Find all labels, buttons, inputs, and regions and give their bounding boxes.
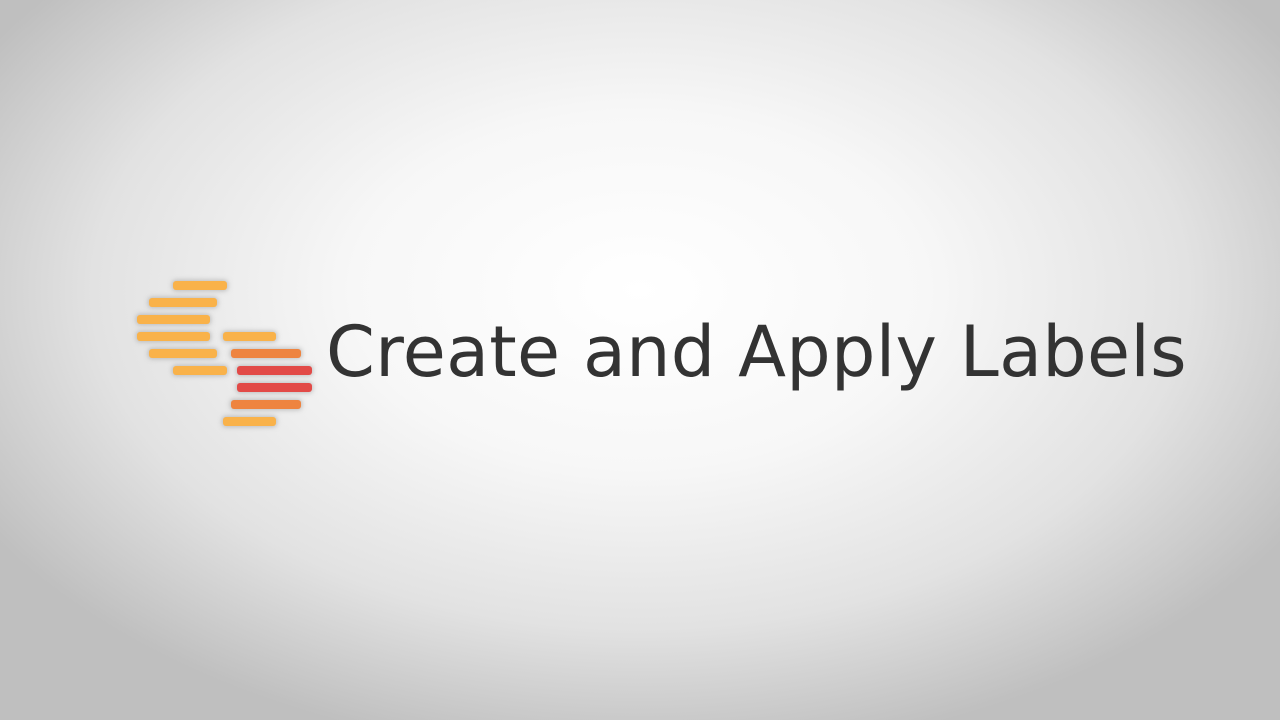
logo-bar	[237, 383, 312, 392]
logo-bar	[149, 298, 217, 307]
logo-bar	[231, 400, 301, 409]
logo-bar	[237, 366, 312, 375]
logo-bar	[137, 332, 210, 341]
logo-bar	[223, 417, 276, 426]
logo-bar	[173, 281, 227, 290]
logo-bar	[223, 332, 276, 341]
page-title: Create and Apply Labels	[326, 311, 1187, 393]
logo-bar	[149, 349, 217, 358]
logo-bar	[137, 315, 210, 324]
logo-bar	[231, 349, 301, 358]
logo-bar	[173, 366, 227, 375]
title-card: Create and Apply Labels	[0, 0, 1280, 720]
label-bars-logo-icon	[130, 276, 320, 434]
